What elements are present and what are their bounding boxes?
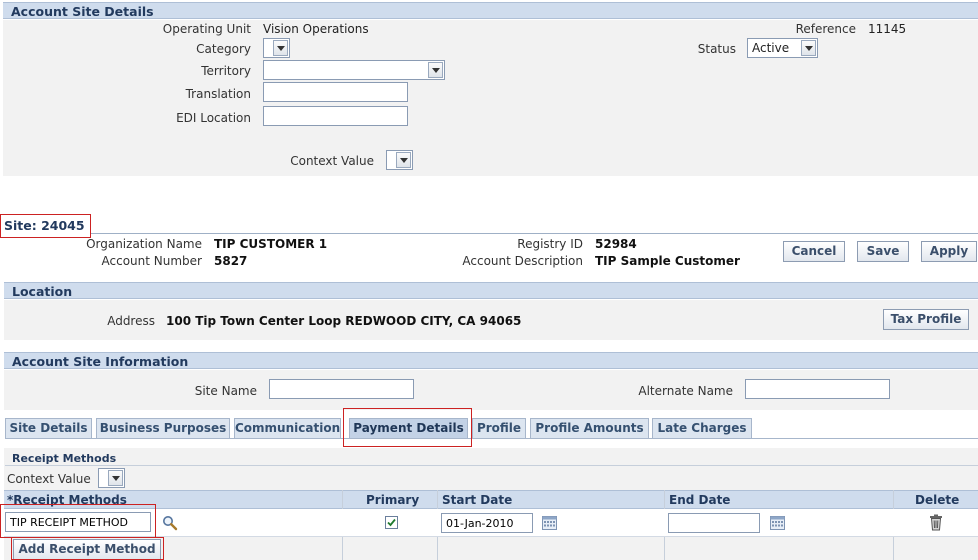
status-value: Active	[752, 41, 790, 55]
trash-icon[interactable]	[929, 514, 943, 531]
registry-id-value: 52984	[595, 237, 637, 251]
org-name-value: TIP CUSTOMER 1	[214, 237, 328, 251]
chevron-down-icon	[273, 40, 288, 56]
account-number-label: Account Number	[101, 254, 202, 268]
chevron-down-icon	[801, 40, 816, 56]
registry-id-label: Registry ID	[517, 237, 583, 251]
receipt-methods-section-title: Receipt Methods	[12, 452, 117, 465]
receipt-context-value-select[interactable]	[98, 468, 125, 488]
category-label: Category	[196, 42, 251, 56]
tab-profile-amounts[interactable]: Profile Amounts	[530, 418, 649, 438]
chevron-down-icon	[108, 470, 123, 486]
edi-location-label: EDI Location	[176, 111, 251, 125]
territory-select[interactable]	[263, 60, 445, 80]
search-icon[interactable]	[162, 515, 178, 531]
tab-baseline	[5, 438, 978, 439]
account-site-details-panel	[3, 20, 978, 176]
chevron-down-icon	[428, 62, 443, 78]
tax-profile-button[interactable]: Tax Profile	[883, 309, 969, 330]
receipt-context-value-label: Context Value	[7, 472, 91, 486]
calendar-icon[interactable]	[770, 515, 785, 530]
add-receipt-method-highlight	[11, 537, 164, 560]
end-date-input[interactable]	[668, 513, 760, 533]
receipt-method-highlight	[0, 504, 156, 538]
operating-unit-label: Operating Unit	[162, 22, 251, 36]
section-divider	[5, 465, 978, 466]
tab-profile[interactable]: Profile	[472, 418, 526, 438]
col-primary: Primary	[366, 493, 420, 507]
operating-unit-value: Vision Operations	[263, 22, 369, 36]
tab-business-purposes[interactable]: Business Purposes	[96, 418, 230, 438]
translation-input[interactable]	[263, 82, 408, 102]
check-icon	[387, 518, 396, 527]
status-label: Status	[697, 42, 736, 56]
territory-label: Territory	[201, 64, 251, 78]
tab-communication[interactable]: Communication	[234, 418, 341, 438]
payment-details-highlight	[343, 408, 472, 447]
context-value-label: Context Value	[290, 154, 374, 168]
category-select[interactable]	[263, 38, 290, 58]
address-label: Address	[107, 314, 155, 328]
account-number-value: 5827	[214, 254, 248, 268]
reference-value: 11145	[868, 22, 907, 36]
start-date-input[interactable]	[441, 513, 533, 533]
edi-location-input[interactable]	[263, 106, 408, 126]
save-button[interactable]: Save	[857, 241, 909, 262]
cancel-button[interactable]: Cancel	[783, 241, 845, 262]
col-start-date: Start Date	[442, 493, 513, 507]
col-end-date: End Date	[669, 493, 731, 507]
context-value-select[interactable]	[386, 150, 413, 170]
site-name-input[interactable]	[269, 379, 414, 399]
account-description-value: TIP Sample Customer	[595, 254, 740, 268]
chevron-down-icon	[396, 152, 411, 168]
account-description-label: Account Description	[462, 254, 583, 268]
primary-checkbox[interactable]	[385, 516, 398, 529]
calendar-icon[interactable]	[542, 515, 557, 530]
address-value: 100 Tip Town Center Loop REDWOOD CITY, C…	[166, 314, 522, 328]
col-delete: Delete	[915, 493, 960, 507]
status-select[interactable]: Active	[747, 38, 818, 58]
org-name-label: Organization Name	[86, 237, 202, 251]
reference-label: Reference	[795, 22, 856, 36]
alternate-name-input[interactable]	[745, 379, 890, 399]
tab-late-charges[interactable]: Late Charges	[652, 418, 752, 438]
apply-button[interactable]: Apply	[921, 241, 977, 262]
account-site-information-header: Account Site Information	[4, 352, 978, 369]
account-site-details-header: Account Site Details	[3, 2, 978, 19]
tab-site-details[interactable]: Site Details	[5, 418, 92, 438]
location-header: Location	[4, 282, 978, 299]
site-title-highlight	[0, 214, 91, 238]
translation-label: Translation	[185, 87, 251, 101]
site-name-label: Site Name	[194, 384, 257, 398]
site-divider	[91, 233, 978, 234]
alternate-name-label: Alternate Name	[638, 384, 733, 398]
